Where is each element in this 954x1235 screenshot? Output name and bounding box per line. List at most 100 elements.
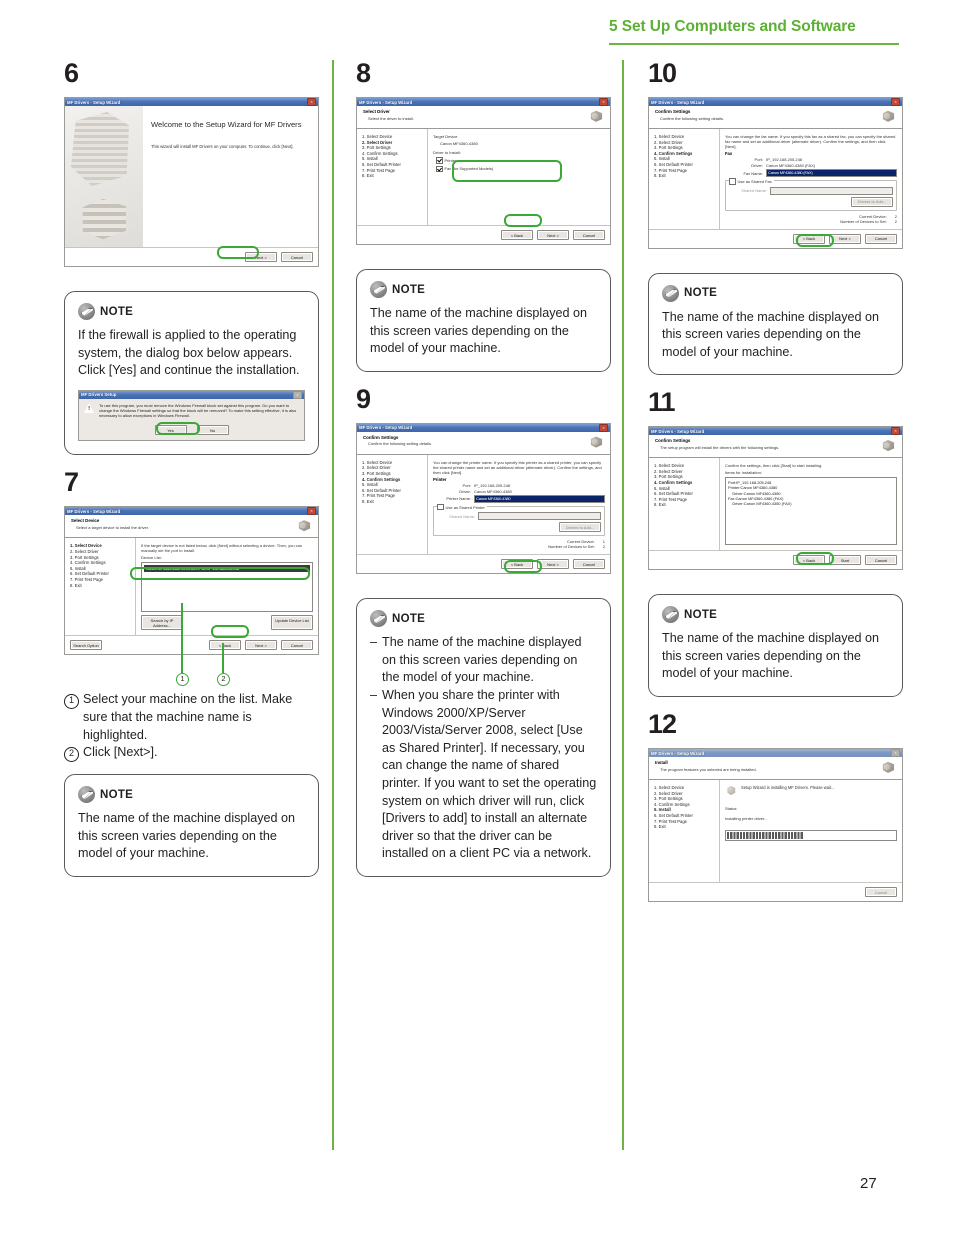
step-item: 8. Exit xyxy=(362,498,374,504)
note-machine-name-1: NOTE The name of the machine displayed o… xyxy=(64,774,319,877)
note-text: The name of the machine displayed on thi… xyxy=(662,309,880,359)
next-button[interactable]: Next > xyxy=(537,559,569,570)
dialog-header-band: Confirm Settings Confirm the following s… xyxy=(649,106,902,129)
search-by-ip-button[interactable]: Search by IP Address... xyxy=(141,615,183,631)
note-bullet-text: The name of the machine displayed on thi… xyxy=(382,635,582,685)
dialog-buttons: Yes No xyxy=(79,422,304,441)
yes-button[interactable]: Yes xyxy=(154,425,187,436)
checkbox-icon[interactable] xyxy=(729,178,736,185)
shared-name-key: Shared Name: xyxy=(741,188,767,193)
port-key: Port: xyxy=(462,482,471,488)
step-number-8: 8 xyxy=(356,58,371,88)
screenshot-step-12: MF Drivers - Setup Wizard × Install The … xyxy=(648,748,903,903)
fax-name-row[interactable]: Fax Name: Canon MF4360-4380 (FAX) xyxy=(725,169,897,177)
drivers-to-add-button: Drivers to Add... xyxy=(851,196,893,207)
search-option-button[interactable]: Search Option xyxy=(70,640,102,651)
target-device-value: Canon MF4360-4380 xyxy=(440,141,478,146)
close-icon[interactable]: × xyxy=(891,98,900,106)
dialog-footer: Cancel xyxy=(649,882,902,902)
next-button[interactable]: Next > xyxy=(829,233,861,244)
cancel-button[interactable]: Cancel xyxy=(573,559,605,570)
close-icon[interactable]: × xyxy=(293,390,302,399)
device-list-item[interactable]: Canon MF4360-4380 00:00:85:CF-80:0F 192.… xyxy=(144,565,310,572)
list-item: 2 Click [Next>]. xyxy=(64,744,319,763)
column-1: 6 MF Drivers - Setup Wizard × Welcome to… xyxy=(64,60,319,891)
fax-checkbox-row[interactable]: Fax (for Supported Models) xyxy=(433,165,605,172)
callout-number-2: 2 xyxy=(217,673,230,687)
welcome-title: Welcome to the Setup Wizard for MF Drive… xyxy=(151,120,302,129)
checkbox-icon[interactable] xyxy=(437,503,444,511)
printer-name-value: Canon MF4360-4380 xyxy=(476,495,511,501)
step-number-10: 10 xyxy=(648,58,677,88)
dialog-body: 1. Select Device 2. Select Driver 3. Por… xyxy=(649,129,902,229)
next-button[interactable]: Next > xyxy=(245,640,277,651)
pencil-icon xyxy=(370,281,387,298)
printer-section-label: Printer xyxy=(433,476,447,482)
shared-checkbox-row[interactable]: Use as Shared Fax xyxy=(729,178,774,185)
window-title: MF Drivers - Setup Wizard xyxy=(67,508,121,514)
fax-name-key: Fax Name: xyxy=(743,170,763,176)
dialog-footer: < Back Next > Cancel xyxy=(357,554,610,574)
band-title: Select Device xyxy=(71,518,100,524)
close-icon[interactable]: × xyxy=(307,98,316,106)
next-button[interactable]: Next > xyxy=(245,252,277,262)
step-item: 8. Exit xyxy=(362,173,374,179)
shared-checkbox-row[interactable]: Use as Shared Printer xyxy=(437,503,487,511)
band-title: Confirm Settings xyxy=(363,434,399,440)
cancel-button[interactable]: Cancel xyxy=(281,640,313,651)
note-header: NOTE xyxy=(370,281,597,298)
close-icon[interactable]: × xyxy=(599,98,608,106)
back-button[interactable]: < Back xyxy=(209,640,241,651)
note-text: The name of the machine displayed on thi… xyxy=(370,306,588,356)
back-button[interactable]: < Back xyxy=(501,559,533,570)
band-title: Confirm Settings xyxy=(655,109,691,114)
column-3: 10 MF Drivers - Setup Wizard × Confirm S… xyxy=(648,60,903,908)
cancel-button: Cancel xyxy=(865,887,897,898)
step-number-6: 6 xyxy=(64,58,79,88)
warning-icon xyxy=(84,402,95,413)
note-bullet: – When you share the printer with Window… xyxy=(370,687,597,863)
pane-intro: Confirm the settings, then click [Start]… xyxy=(725,463,823,469)
column-divider-2 xyxy=(622,60,624,1150)
titlebar: MF Drivers - Setup Wizard × xyxy=(65,98,318,106)
port-row: Port: IP_192.168.205.248 xyxy=(725,157,897,162)
cancel-button[interactable]: Cancel xyxy=(865,555,897,566)
welcome-body: This wizard will install MF Drivers on y… xyxy=(151,144,294,149)
dialog-body: 1. Select Device 2. Select Driver 3. Por… xyxy=(649,458,902,551)
shared-fax-group: Use as Shared Fax Shared Name: Drivers t… xyxy=(725,178,897,211)
cancel-button[interactable]: Cancel xyxy=(865,233,897,244)
printer-checkbox-row[interactable]: Printer xyxy=(433,157,605,164)
titlebar: MF Drivers - Setup Wizard × xyxy=(357,98,610,106)
note-header: NOTE xyxy=(370,610,597,628)
band-title: Install xyxy=(655,760,668,766)
dialog-pane: Setup Wizard is installing MF Drivers. P… xyxy=(720,780,902,883)
close-icon[interactable]: × xyxy=(307,507,316,516)
note-bullet-text: When you share the printer with Windows … xyxy=(382,688,597,861)
update-device-list-button[interactable]: Update Device List xyxy=(271,615,313,631)
dialog-footer: < Back Next > Cancel xyxy=(357,225,610,244)
fax-section-label: Fax xyxy=(725,151,733,156)
device-list-label: Device List: xyxy=(141,555,162,561)
fax-name-input[interactable]: Canon MF4360-4380 (FAX) xyxy=(766,169,897,177)
close-icon[interactable]: × xyxy=(891,427,900,436)
status-value: Installing printer driver... xyxy=(725,816,768,822)
start-button[interactable]: Start xyxy=(829,555,861,566)
device-list[interactable]: Canon MF4360-4380 00:00:85:CF-80:0F 192.… xyxy=(141,562,313,613)
titlebar: MF Drivers - Setup Wizard × xyxy=(357,423,610,432)
cancel-button[interactable]: Cancel xyxy=(573,230,605,240)
cancel-button[interactable]: Cancel xyxy=(281,252,313,262)
back-button[interactable]: < Back xyxy=(793,555,825,566)
instruction-number: 2 xyxy=(64,747,79,763)
no-button[interactable]: No xyxy=(196,425,229,436)
back-button[interactable]: < Back xyxy=(793,233,825,244)
checkbox-icon[interactable] xyxy=(436,165,443,172)
printer-name-row[interactable]: Printer Name: Canon MF4360-4380 xyxy=(433,494,605,503)
window-title: MF Drivers - Setup Wizard xyxy=(651,750,705,756)
progress-fill xyxy=(727,832,803,840)
checkbox-icon[interactable] xyxy=(436,157,443,164)
next-button[interactable]: Next > xyxy=(537,230,569,240)
printer-name-input[interactable]: Canon MF4360-4380 xyxy=(474,494,605,503)
close-icon[interactable]: × xyxy=(599,423,608,432)
back-button[interactable]: < Back xyxy=(501,230,533,240)
fax-name-value: Canon MF4360-4380 (FAX) xyxy=(768,170,813,175)
